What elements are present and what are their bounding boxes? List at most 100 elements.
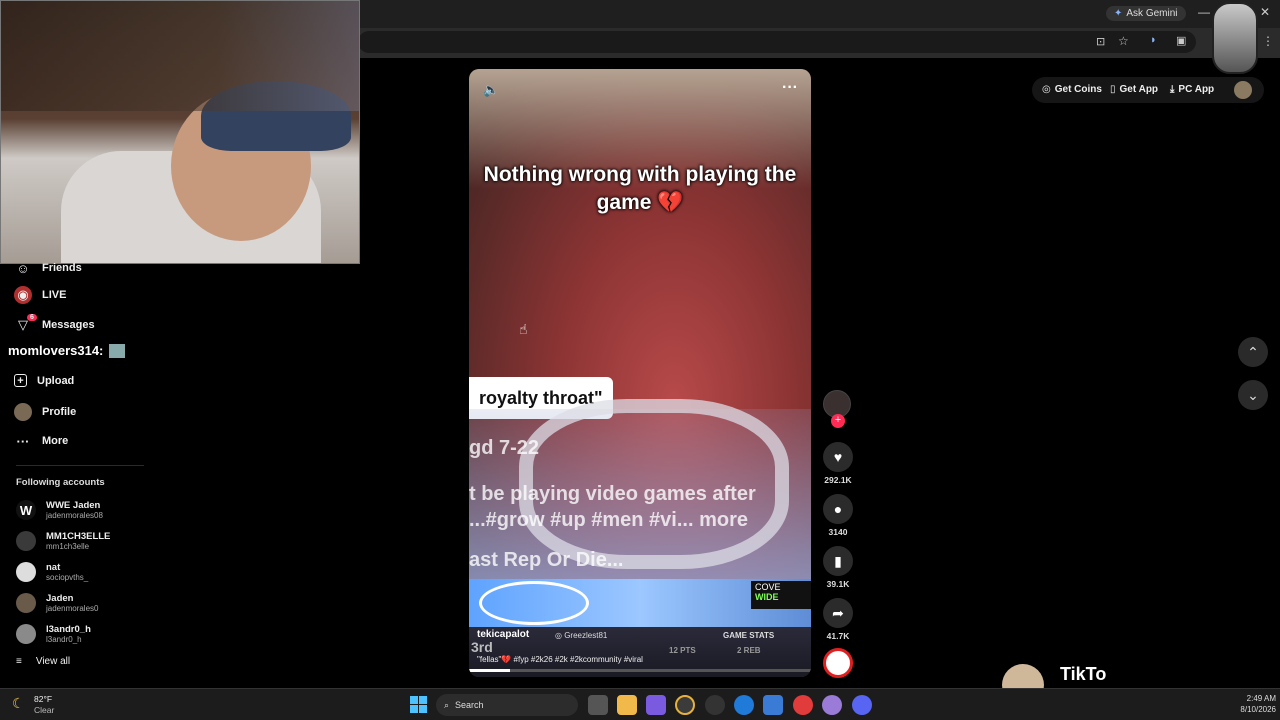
video-caption-top: Nothing wrong with playing the game 💔	[483, 163, 797, 214]
nav-messages[interactable]: ▽ 6 Messages	[14, 314, 95, 334]
stat-reb: 2 REB	[737, 646, 761, 655]
ask-gemini-button[interactable]: ✦ Ask Gemini	[1106, 6, 1186, 21]
following-account[interactable]: nat sociopvths_	[16, 562, 88, 582]
download-icon: ⤓	[1170, 84, 1175, 95]
nav-live[interactable]: ◉ LIVE	[14, 286, 66, 304]
comment-icon[interactable]: ●	[823, 494, 853, 524]
live-icon: ◉	[14, 286, 32, 304]
account-avatar	[16, 531, 36, 551]
following-account[interactable]: MM1CH3ELLE mm1ch3elle	[16, 531, 110, 551]
chat-username: momlovers314:	[8, 343, 104, 358]
video-progress-bar[interactable]	[469, 669, 811, 672]
video-overlay-line: t be playing video games after	[469, 483, 756, 505]
close-window-icon[interactable]: ✕	[1260, 5, 1270, 19]
video-court-banner: COVE WIDE	[469, 579, 811, 627]
cursor-icon: ☝	[519, 321, 528, 337]
gemini-icon: ✦	[1114, 8, 1123, 19]
messages-badge: 6	[27, 314, 37, 321]
media-icon[interactable]	[793, 695, 813, 715]
chevron-up-icon: ⌃	[1247, 343, 1259, 360]
windows-taskbar: ☾ 82°F Clear ⌕ Search 2:49 AM 8/10/2026	[0, 688, 1280, 720]
app-icon[interactable]	[705, 695, 725, 715]
get-coins-button[interactable]: ◎ Get Coins	[1042, 84, 1102, 95]
upload-icon: +	[14, 374, 27, 387]
wwe-logo-icon: W	[16, 500, 36, 520]
account-avatar	[16, 593, 36, 613]
view-all-link[interactable]: ≡ View all	[16, 656, 70, 667]
coin-icon: ◎	[1042, 84, 1051, 95]
following-account[interactable]: l3andr0_h l3andr0_h	[16, 624, 91, 644]
stat-pts: 12 PTS	[669, 646, 696, 655]
following-account[interactable]: W WWE Jaden jadenmorales08	[16, 500, 103, 520]
browser-menu-icon[interactable]: ⋮	[1262, 34, 1274, 48]
puzzle-icon[interactable]: ▣	[1176, 34, 1186, 47]
webcam-overlay	[0, 0, 360, 264]
copilot-icon[interactable]	[646, 695, 666, 715]
profile-avatar	[14, 403, 32, 421]
moon-weather-icon: ☾	[12, 695, 25, 711]
clock-time[interactable]: 2:49 AM	[1242, 694, 1276, 703]
install-app-icon[interactable]: ⊡	[1096, 35, 1105, 48]
weather-condition: Clear	[34, 705, 55, 715]
nav-more[interactable]: ··· More	[14, 432, 69, 450]
minimize-icon[interactable]: —	[1198, 5, 1210, 19]
follow-plus-icon[interactable]: +	[831, 414, 845, 428]
bookmark-star-icon[interactable]: ☆	[1118, 34, 1129, 48]
next-video-button[interactable]: ⌄	[1238, 380, 1268, 410]
extension-icon[interactable]: ◗	[1150, 34, 1157, 46]
share-arrow-icon[interactable]: ➦	[823, 598, 853, 628]
nav-friends[interactable]: ☺ Friends	[14, 259, 81, 277]
omnibox[interactable]	[358, 31, 1196, 53]
figure-overlay	[1212, 2, 1258, 74]
toast-title: TikTo	[1060, 664, 1107, 684]
nav-divider	[16, 465, 144, 466]
mute-icon[interactable]: 🔈	[483, 82, 499, 98]
search-icon: ⌕	[444, 699, 450, 710]
corner-label: COVE WIDE	[751, 581, 811, 609]
video-description: "fellas"💔 #fyp #2k26 #2k #2kcommunity #v…	[477, 655, 643, 664]
court-circle	[479, 581, 589, 625]
get-app-button[interactable]: ▯ Get App	[1110, 84, 1158, 95]
nav-profile[interactable]: Profile	[14, 403, 76, 421]
following-account[interactable]: Jaden jadenmorales0	[16, 593, 98, 613]
phone-icon: ▯	[1110, 84, 1116, 95]
edge-icon[interactable]	[734, 695, 754, 715]
video-player[interactable]: 🔈 ··· Nothing wrong with playing the gam…	[469, 69, 811, 677]
bookmark-icon[interactable]: ▮	[823, 546, 853, 576]
pc-app-button[interactable]: ⤓ PC App	[1170, 84, 1214, 95]
video-overlay-line: ast Rep Or Die...	[469, 549, 624, 571]
comment-action[interactable]: ● 3140	[822, 494, 854, 537]
following-heading: Following accounts	[16, 477, 105, 488]
video-progress-fill	[469, 669, 511, 672]
more-icon: ···	[16, 433, 30, 449]
account-avatar	[16, 562, 36, 582]
clock-date: 8/10/2026	[1240, 705, 1276, 714]
file-explorer-icon[interactable]	[617, 695, 637, 715]
nav-upload[interactable]: + Upload	[14, 374, 74, 387]
chrome-icon[interactable]	[675, 695, 695, 715]
chat-emote	[109, 343, 126, 358]
task-view-icon[interactable]	[588, 695, 608, 715]
score-rank: 3rd	[471, 639, 493, 655]
video-overlay-line: gd 7-22	[469, 437, 540, 459]
heart-icon[interactable]: ♥	[823, 442, 853, 472]
friends-icon: ☺	[16, 260, 30, 276]
video-overlay-line: ...#grow #up #men #vi... more	[469, 509, 748, 531]
discord-icon[interactable]	[852, 695, 872, 715]
store-icon[interactable]	[763, 695, 783, 715]
sound-disc-icon[interactable]	[823, 648, 853, 678]
start-icon[interactable]	[410, 696, 427, 713]
save-action[interactable]: ▮ 39.1K	[822, 546, 854, 589]
like-action[interactable]: ♥ 292.1K	[822, 442, 854, 485]
chat-overlay: momlovers314:	[8, 343, 126, 358]
weather-temp[interactable]: 82°F	[34, 694, 52, 704]
video-options-icon[interactable]: ···	[782, 79, 798, 97]
previous-video-button[interactable]: ⌃	[1238, 337, 1268, 367]
account-avatar	[16, 624, 36, 644]
chevron-down-icon: ⌄	[1247, 386, 1259, 403]
taskbar-search[interactable]: ⌕ Search	[436, 694, 578, 716]
obs-icon[interactable]	[822, 695, 842, 715]
game-username: ◎ Greezlest81	[555, 631, 608, 640]
user-avatar[interactable]	[1234, 81, 1252, 99]
share-action[interactable]: ➦ 41.7K	[822, 598, 854, 641]
